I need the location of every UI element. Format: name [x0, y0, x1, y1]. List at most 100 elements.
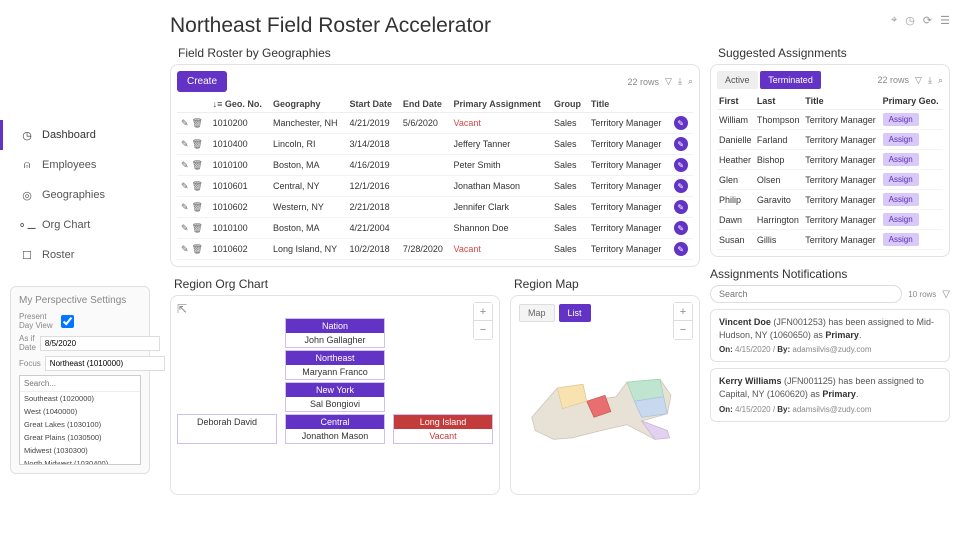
focus-option[interactable]: Great Plains (1030500) [20, 431, 140, 444]
row-action-icon[interactable]: ✎ [674, 242, 688, 256]
nav-item-roster[interactable]: ☐Roster [0, 240, 160, 270]
notif-search-input[interactable] [710, 285, 902, 303]
delete-icon[interactable]: 🗑 [192, 181, 203, 192]
roster-row[interactable]: ✎🗑 1010400 Lincoln, RI 3/14/2018 Jeffery… [177, 134, 693, 155]
list-view-button[interactable]: List [559, 304, 591, 322]
nav-item-geographies[interactable]: ◎Geographies [0, 180, 160, 210]
edit-icon[interactable]: ✎ [181, 181, 189, 192]
roster-title: Field Roster by Geographies [170, 46, 700, 60]
org-node-nation[interactable]: NationJohn Gallagher [285, 318, 385, 348]
sugg-row: Philip Garavito Territory Manager Assign [717, 190, 943, 210]
region-map-panel: Map List + − [510, 295, 700, 495]
filter-icon[interactable]: ▽ [665, 76, 672, 87]
org-chart-title: Region Org Chart [174, 277, 500, 291]
sidebar: ◷Dashboard⍝Employees◎Geographies⚬⚊Org Ch… [0, 0, 160, 560]
focus-option[interactable]: Great Lakes (1030100) [20, 418, 140, 431]
compass-icon[interactable]: ⌖ [891, 14, 897, 27]
asif-date-label: As if Date [19, 334, 36, 352]
org-node-central[interactable]: CentralJonathon Mason [285, 414, 385, 444]
edit-icon[interactable]: ✎ [181, 118, 189, 129]
org-node-longisland[interactable]: Long IslandVacant [393, 414, 493, 444]
menu-icon[interactable]: ☰ [940, 14, 950, 27]
zoom-out-button[interactable]: − [474, 321, 492, 339]
export-icon[interactable]: ⤓ [678, 76, 682, 87]
zoom-in-button[interactable]: + [474, 303, 492, 321]
row-action-icon[interactable]: ✎ [674, 179, 688, 193]
sugg-col-header[interactable]: First [717, 93, 755, 110]
sugg-search-icon[interactable]: ⌕ [938, 75, 943, 86]
edit-icon[interactable]: ✎ [181, 160, 189, 171]
row-action-icon[interactable]: ✎ [674, 116, 688, 130]
present-day-checkbox[interactable] [61, 315, 74, 328]
notif-filter-icon[interactable]: ▽ [942, 289, 950, 300]
focus-dropdown[interactable]: Southeast (1020000)West (1040000)Great L… [19, 375, 141, 465]
row-action-icon[interactable]: ✎ [674, 137, 688, 151]
roster-col-header[interactable]: Title [587, 96, 670, 113]
focus-option[interactable]: Southeast (1020000) [20, 392, 140, 405]
map-zoom-in-button[interactable]: + [674, 303, 692, 321]
focus-option[interactable]: West (1040000) [20, 405, 140, 418]
roster-col-header[interactable]: Geography [269, 96, 346, 113]
edit-icon[interactable]: ✎ [181, 202, 189, 213]
assign-button[interactable]: Assign [883, 193, 919, 206]
nav-item-dashboard[interactable]: ◷Dashboard [0, 120, 160, 150]
popout-icon[interactable]: ⇱ [177, 302, 187, 316]
assign-button[interactable]: Assign [883, 113, 919, 126]
delete-icon[interactable]: 🗑 [192, 244, 203, 255]
roster-row[interactable]: ✎🗑 1010200 Manchester, NH 4/21/2019 5/6/… [177, 113, 693, 134]
row-action-icon[interactable]: ✎ [674, 158, 688, 172]
row-action-icon[interactable]: ✎ [674, 200, 688, 214]
clock-icon[interactable]: ◷ [905, 14, 915, 27]
org-node-northeast[interactable]: NortheastMaryann Franco [285, 350, 385, 380]
focus-option[interactable]: Midwest (1030300) [20, 444, 140, 457]
map-view-button[interactable]: Map [519, 304, 555, 322]
roster-row[interactable]: ✎🗑 1010100 Boston, MA 4/21/2004 Shannon … [177, 218, 693, 239]
nav-item-employees[interactable]: ⍝Employees [0, 150, 160, 180]
sugg-col-header[interactable]: Title [803, 93, 880, 110]
delete-icon[interactable]: 🗑 [192, 202, 203, 213]
sugg-filter-icon[interactable]: ▽ [915, 75, 922, 86]
roster-row[interactable]: ✎🗑 1010601 Central, NY 12/1/2016 Jonatha… [177, 176, 693, 197]
roster-row[interactable]: ✎🗑 1010602 Western, NY 2/21/2018 Jennife… [177, 197, 693, 218]
edit-icon[interactable]: ✎ [181, 244, 189, 255]
delete-icon[interactable]: 🗑 [192, 223, 203, 234]
focus-input[interactable] [45, 356, 165, 371]
delete-icon[interactable]: 🗑 [192, 139, 203, 150]
sugg-col-header[interactable]: Primary Geo. [881, 93, 943, 110]
assign-button[interactable]: Assign [883, 133, 919, 146]
roster-col-header[interactable]: Group [550, 96, 587, 113]
tab-active[interactable]: Active [717, 71, 758, 89]
notification-item[interactable]: Kerry Williams (JFN001125) has been assi… [710, 368, 950, 421]
org-node-newyork[interactable]: New YorkSal Bongiovi [285, 382, 385, 412]
assign-button[interactable]: Assign [883, 153, 919, 166]
sugg-export-icon[interactable]: ⤓ [928, 75, 932, 86]
search-icon[interactable]: ⌕ [688, 76, 693, 87]
roster-col-header[interactable]: Start Date [346, 96, 399, 113]
sugg-col-header[interactable]: Last [755, 93, 803, 110]
asif-date-input[interactable] [40, 336, 160, 351]
assign-button[interactable]: Assign [883, 173, 919, 186]
edit-icon[interactable]: ✎ [181, 223, 189, 234]
assign-button[interactable]: Assign [883, 233, 919, 246]
nav-item-org-chart[interactable]: ⚬⚊Org Chart [0, 210, 160, 240]
focus-option[interactable]: North Midwest (1030400) [20, 457, 140, 465]
focus-search-input[interactable] [20, 376, 140, 392]
map-zoom-out-button[interactable]: − [674, 321, 692, 339]
roster-col-header[interactable]: ↓≡ Geo. No. [209, 96, 269, 113]
roster-row[interactable]: ✎🗑 1010602 Long Island, NY 10/2/2018 7/2… [177, 239, 693, 260]
notification-item[interactable]: Vincent Doe (JFN001253) has been assigne… [710, 309, 950, 362]
roster-col-header[interactable] [670, 96, 693, 113]
refresh-icon[interactable]: ⟳ [923, 14, 932, 27]
roster-col-header[interactable] [177, 96, 209, 113]
row-action-icon[interactable]: ✎ [674, 221, 688, 235]
delete-icon[interactable]: 🗑 [192, 160, 203, 171]
tab-terminated[interactable]: Terminated [760, 71, 821, 89]
roster-col-header[interactable]: End Date [399, 96, 450, 113]
delete-icon[interactable]: 🗑 [192, 118, 203, 129]
roster-col-header[interactable]: Primary Assignment [450, 96, 550, 113]
org-node-leaf-a[interactable]: Deborah David [177, 414, 277, 444]
assign-button[interactable]: Assign [883, 213, 919, 226]
create-button[interactable]: Create [177, 71, 227, 92]
roster-row[interactable]: ✎🗑 1010100 Boston, MA 4/16/2019 Peter Sm… [177, 155, 693, 176]
edit-icon[interactable]: ✎ [181, 139, 189, 150]
